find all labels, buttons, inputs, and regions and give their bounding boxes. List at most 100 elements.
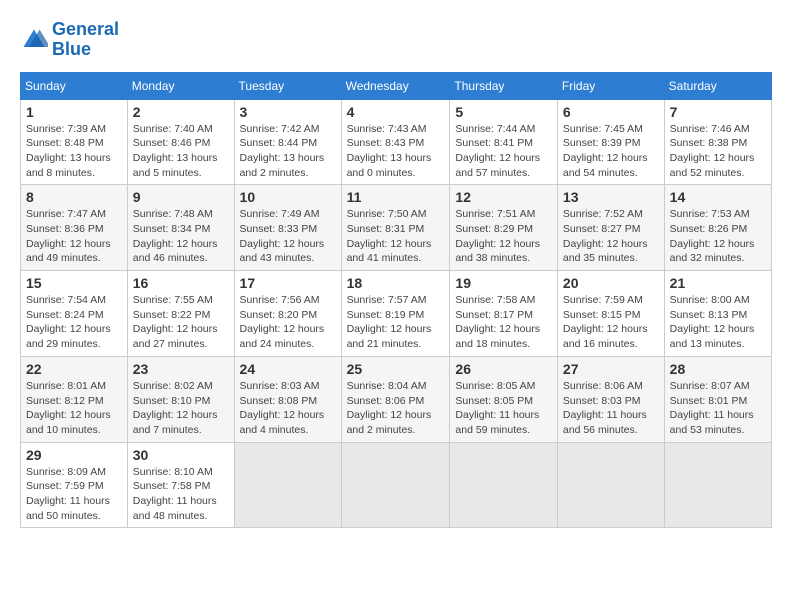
- logo-text: General Blue: [52, 20, 119, 60]
- day-number: 30: [133, 447, 229, 463]
- calendar-cell: [557, 442, 664, 528]
- logo: General Blue: [20, 20, 119, 60]
- calendar-cell: 10 Sunrise: 7:49 AM Sunset: 8:33 PM Dayl…: [234, 185, 341, 271]
- day-info: Sunrise: 7:50 AM Sunset: 8:31 PM Dayligh…: [347, 207, 445, 266]
- calendar-cell: 30 Sunrise: 8:10 AM Sunset: 7:58 PM Dayl…: [127, 442, 234, 528]
- day-number: 14: [670, 189, 766, 205]
- day-info: Sunrise: 8:09 AM Sunset: 7:59 PM Dayligh…: [26, 465, 122, 524]
- day-number: 29: [26, 447, 122, 463]
- weekday-header-monday: Monday: [127, 72, 234, 99]
- day-number: 16: [133, 275, 229, 291]
- calendar-cell: 21 Sunrise: 8:00 AM Sunset: 8:13 PM Dayl…: [664, 271, 771, 357]
- weekday-header-tuesday: Tuesday: [234, 72, 341, 99]
- weekday-header-wednesday: Wednesday: [341, 72, 450, 99]
- calendar-cell: 17 Sunrise: 7:56 AM Sunset: 8:20 PM Dayl…: [234, 271, 341, 357]
- day-number: 18: [347, 275, 445, 291]
- day-number: 15: [26, 275, 122, 291]
- calendar-cell: 8 Sunrise: 7:47 AM Sunset: 8:36 PM Dayli…: [21, 185, 128, 271]
- calendar-cell: 13 Sunrise: 7:52 AM Sunset: 8:27 PM Dayl…: [557, 185, 664, 271]
- calendar-cell: 19 Sunrise: 7:58 AM Sunset: 8:17 PM Dayl…: [450, 271, 558, 357]
- calendar-cell: 18 Sunrise: 7:57 AM Sunset: 8:19 PM Dayl…: [341, 271, 450, 357]
- day-number: 11: [347, 189, 445, 205]
- day-info: Sunrise: 7:45 AM Sunset: 8:39 PM Dayligh…: [563, 122, 659, 181]
- calendar-cell: 15 Sunrise: 7:54 AM Sunset: 8:24 PM Dayl…: [21, 271, 128, 357]
- calendar-cell: 3 Sunrise: 7:42 AM Sunset: 8:44 PM Dayli…: [234, 99, 341, 185]
- day-number: 5: [455, 104, 552, 120]
- calendar-cell: 27 Sunrise: 8:06 AM Sunset: 8:03 PM Dayl…: [557, 356, 664, 442]
- day-info: Sunrise: 8:10 AM Sunset: 7:58 PM Dayligh…: [133, 465, 229, 524]
- calendar-week-2: 8 Sunrise: 7:47 AM Sunset: 8:36 PM Dayli…: [21, 185, 772, 271]
- day-number: 26: [455, 361, 552, 377]
- day-info: Sunrise: 8:02 AM Sunset: 8:10 PM Dayligh…: [133, 379, 229, 438]
- day-info: Sunrise: 7:51 AM Sunset: 8:29 PM Dayligh…: [455, 207, 552, 266]
- calendar-cell: 11 Sunrise: 7:50 AM Sunset: 8:31 PM Dayl…: [341, 185, 450, 271]
- calendar-cell: 12 Sunrise: 7:51 AM Sunset: 8:29 PM Dayl…: [450, 185, 558, 271]
- calendar-table: SundayMondayTuesdayWednesdayThursdayFrid…: [20, 72, 772, 529]
- day-info: Sunrise: 7:40 AM Sunset: 8:46 PM Dayligh…: [133, 122, 229, 181]
- day-info: Sunrise: 8:03 AM Sunset: 8:08 PM Dayligh…: [240, 379, 336, 438]
- calendar-cell: 29 Sunrise: 8:09 AM Sunset: 7:59 PM Dayl…: [21, 442, 128, 528]
- calendar-cell: 6 Sunrise: 7:45 AM Sunset: 8:39 PM Dayli…: [557, 99, 664, 185]
- day-info: Sunrise: 7:46 AM Sunset: 8:38 PM Dayligh…: [670, 122, 766, 181]
- calendar-cell: [664, 442, 771, 528]
- day-info: Sunrise: 7:44 AM Sunset: 8:41 PM Dayligh…: [455, 122, 552, 181]
- day-number: 24: [240, 361, 336, 377]
- calendar-cell: 28 Sunrise: 8:07 AM Sunset: 8:01 PM Dayl…: [664, 356, 771, 442]
- day-number: 3: [240, 104, 336, 120]
- calendar-cell: 14 Sunrise: 7:53 AM Sunset: 8:26 PM Dayl…: [664, 185, 771, 271]
- calendar-cell: [450, 442, 558, 528]
- day-number: 20: [563, 275, 659, 291]
- day-info: Sunrise: 7:47 AM Sunset: 8:36 PM Dayligh…: [26, 207, 122, 266]
- day-info: Sunrise: 8:00 AM Sunset: 8:13 PM Dayligh…: [670, 293, 766, 352]
- day-info: Sunrise: 7:52 AM Sunset: 8:27 PM Dayligh…: [563, 207, 659, 266]
- calendar-week-1: 1 Sunrise: 7:39 AM Sunset: 8:48 PM Dayli…: [21, 99, 772, 185]
- calendar-cell: [341, 442, 450, 528]
- weekday-header-thursday: Thursday: [450, 72, 558, 99]
- weekday-header-friday: Friday: [557, 72, 664, 99]
- day-number: 25: [347, 361, 445, 377]
- calendar-cell: 7 Sunrise: 7:46 AM Sunset: 8:38 PM Dayli…: [664, 99, 771, 185]
- weekday-header-sunday: Sunday: [21, 72, 128, 99]
- calendar-cell: 9 Sunrise: 7:48 AM Sunset: 8:34 PM Dayli…: [127, 185, 234, 271]
- calendar-cell: [234, 442, 341, 528]
- calendar-cell: 26 Sunrise: 8:05 AM Sunset: 8:05 PM Dayl…: [450, 356, 558, 442]
- calendar-cell: 24 Sunrise: 8:03 AM Sunset: 8:08 PM Dayl…: [234, 356, 341, 442]
- day-info: Sunrise: 8:07 AM Sunset: 8:01 PM Dayligh…: [670, 379, 766, 438]
- calendar-cell: 20 Sunrise: 7:59 AM Sunset: 8:15 PM Dayl…: [557, 271, 664, 357]
- weekday-header-saturday: Saturday: [664, 72, 771, 99]
- day-number: 22: [26, 361, 122, 377]
- day-number: 12: [455, 189, 552, 205]
- day-info: Sunrise: 7:48 AM Sunset: 8:34 PM Dayligh…: [133, 207, 229, 266]
- day-number: 6: [563, 104, 659, 120]
- calendar-week-5: 29 Sunrise: 8:09 AM Sunset: 7:59 PM Dayl…: [21, 442, 772, 528]
- day-number: 7: [670, 104, 766, 120]
- day-info: Sunrise: 7:39 AM Sunset: 8:48 PM Dayligh…: [26, 122, 122, 181]
- day-info: Sunrise: 7:42 AM Sunset: 8:44 PM Dayligh…: [240, 122, 336, 181]
- day-number: 13: [563, 189, 659, 205]
- calendar-week-3: 15 Sunrise: 7:54 AM Sunset: 8:24 PM Dayl…: [21, 271, 772, 357]
- calendar-cell: 4 Sunrise: 7:43 AM Sunset: 8:43 PM Dayli…: [341, 99, 450, 185]
- day-info: Sunrise: 7:53 AM Sunset: 8:26 PM Dayligh…: [670, 207, 766, 266]
- day-number: 28: [670, 361, 766, 377]
- calendar-cell: 16 Sunrise: 7:55 AM Sunset: 8:22 PM Dayl…: [127, 271, 234, 357]
- day-number: 8: [26, 189, 122, 205]
- day-info: Sunrise: 7:59 AM Sunset: 8:15 PM Dayligh…: [563, 293, 659, 352]
- day-info: Sunrise: 8:05 AM Sunset: 8:05 PM Dayligh…: [455, 379, 552, 438]
- calendar-cell: 23 Sunrise: 8:02 AM Sunset: 8:10 PM Dayl…: [127, 356, 234, 442]
- calendar-cell: 1 Sunrise: 7:39 AM Sunset: 8:48 PM Dayli…: [21, 99, 128, 185]
- day-number: 27: [563, 361, 659, 377]
- day-number: 4: [347, 104, 445, 120]
- day-info: Sunrise: 7:55 AM Sunset: 8:22 PM Dayligh…: [133, 293, 229, 352]
- day-info: Sunrise: 8:04 AM Sunset: 8:06 PM Dayligh…: [347, 379, 445, 438]
- day-info: Sunrise: 7:58 AM Sunset: 8:17 PM Dayligh…: [455, 293, 552, 352]
- day-number: 17: [240, 275, 336, 291]
- day-info: Sunrise: 7:49 AM Sunset: 8:33 PM Dayligh…: [240, 207, 336, 266]
- day-info: Sunrise: 7:57 AM Sunset: 8:19 PM Dayligh…: [347, 293, 445, 352]
- day-info: Sunrise: 8:01 AM Sunset: 8:12 PM Dayligh…: [26, 379, 122, 438]
- logo-icon: [20, 26, 48, 54]
- calendar-week-4: 22 Sunrise: 8:01 AM Sunset: 8:12 PM Dayl…: [21, 356, 772, 442]
- day-number: 23: [133, 361, 229, 377]
- calendar-cell: 22 Sunrise: 8:01 AM Sunset: 8:12 PM Dayl…: [21, 356, 128, 442]
- day-info: Sunrise: 8:06 AM Sunset: 8:03 PM Dayligh…: [563, 379, 659, 438]
- day-number: 1: [26, 104, 122, 120]
